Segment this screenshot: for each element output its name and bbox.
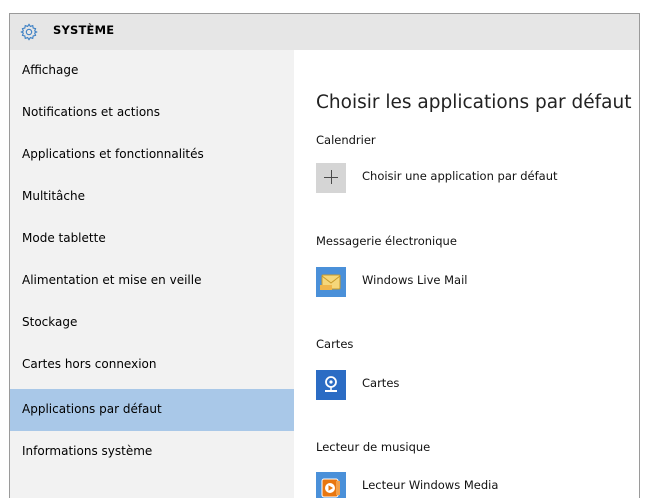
section-label-calendrier: Calendrier — [316, 133, 376, 147]
plus-icon — [316, 163, 346, 193]
sidebar-item-label: Cartes hors connexion — [22, 357, 157, 371]
sidebar-item-label: Applications par défaut — [22, 402, 162, 416]
window-title: SYSTÈME — [53, 23, 115, 37]
default-app-calendrier[interactable]: Choisir une application par défaut — [316, 163, 616, 199]
sidebar-item-label: Mode tablette — [22, 231, 106, 245]
maps-icon — [316, 370, 346, 400]
section-label-cartes: Cartes — [316, 337, 354, 351]
sidebar-item-mode-tablette[interactable]: Mode tablette — [10, 218, 294, 260]
sidebar-item-affichage[interactable]: Affichage — [10, 50, 294, 92]
app-name: Cartes — [362, 376, 400, 390]
sidebar-item-applications-par-defaut[interactable]: Applications par défaut — [10, 389, 294, 431]
section-label-lecteur-musique: Lecteur de musique — [316, 440, 431, 454]
app-name: Choisir une application par défaut — [362, 169, 558, 183]
sidebar-item-label: Informations système — [22, 444, 153, 458]
page-title: Choisir les applications par défaut — [316, 92, 632, 113]
title-bar: SYSTÈME — [10, 14, 639, 50]
sidebar-item-multitache[interactable]: Multitâche — [10, 176, 294, 218]
sidebar-item-label: Applications et fonctionnalités — [22, 147, 204, 161]
gear-icon — [20, 23, 38, 41]
section-label-messagerie: Messagerie électronique — [316, 234, 457, 248]
sidebar-item-applications[interactable]: Applications et fonctionnalités — [10, 134, 294, 176]
windows-media-player-icon — [316, 472, 346, 498]
settings-window: SYSTÈME Affichage Notifications et actio… — [9, 13, 640, 498]
sidebar-item-label: Notifications et actions — [22, 105, 161, 119]
sidebar-item-label: Stockage — [22, 315, 78, 329]
app-name: Lecteur Windows Media — [362, 478, 499, 492]
sidebar-item-label: Multitâche — [22, 189, 85, 203]
windows-live-mail-icon — [316, 267, 346, 297]
default-app-cartes[interactable]: Cartes — [316, 370, 616, 406]
sidebar-item-informations-systeme[interactable]: Informations système — [10, 431, 294, 473]
sidebar-item-label: Alimentation et mise en veille — [22, 273, 202, 287]
sidebar-item-notifications[interactable]: Notifications et actions — [10, 92, 294, 134]
default-app-messagerie[interactable]: Windows Live Mail — [316, 267, 616, 303]
sidebar-item-label: Affichage — [22, 63, 79, 77]
sidebar-item-cartes-hors-connexion[interactable]: Cartes hors connexion — [10, 344, 294, 386]
sidebar-item-stockage[interactable]: Stockage — [10, 302, 294, 344]
main-content: Choisir les applications par défaut Cale… — [294, 50, 639, 498]
app-name: Windows Live Mail — [362, 273, 468, 287]
sidebar-item-alimentation[interactable]: Alimentation et mise en veille — [10, 260, 294, 302]
sidebar: Affichage Notifications et actions Appli… — [10, 50, 294, 498]
default-app-lecteur-musique[interactable]: Lecteur Windows Media — [316, 472, 616, 498]
